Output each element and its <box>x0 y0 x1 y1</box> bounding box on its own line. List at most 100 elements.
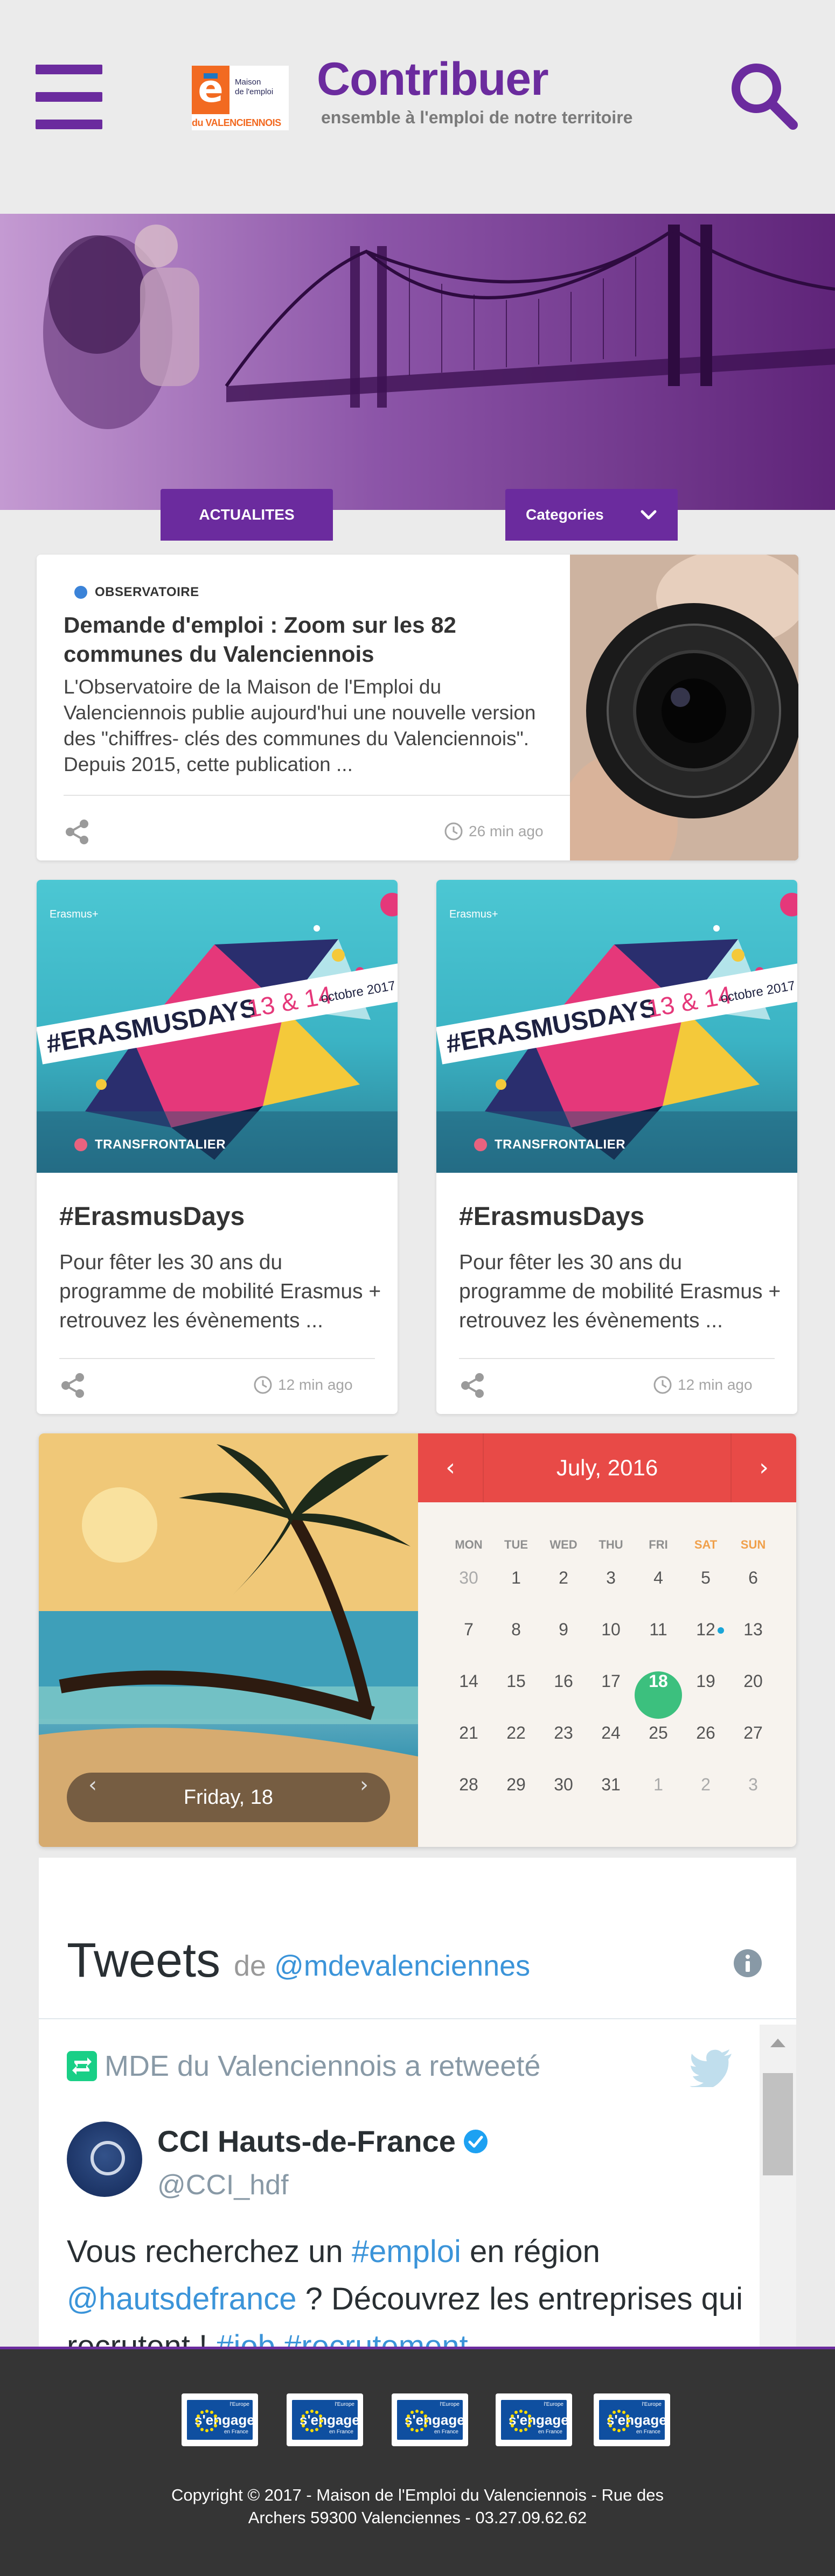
calendar-day[interactable]: 31 <box>587 1775 635 1822</box>
eu-star-icon <box>410 2427 414 2431</box>
europe-engage-badge[interactable]: l'Europe s'engage en France <box>182 2393 258 2446</box>
category-tag[interactable]: OBSERVATOIRE <box>74 585 199 600</box>
calendar-day[interactable]: 8 <box>492 1620 540 1667</box>
article-card[interactable]: Erasmus+ #ERASMUSDAYS 13 & 14 octobre 20… <box>37 880 398 1414</box>
event-indicator <box>718 1627 724 1634</box>
eu-star-icon <box>627 2419 630 2423</box>
eu-star-icon <box>318 2414 322 2418</box>
europe-engage-badge[interactable]: l'Europe s'engage en France <box>496 2393 572 2446</box>
calendar-day[interactable]: 15 <box>492 1671 540 1719</box>
calendar-day[interactable]: 3 <box>587 1568 635 1615</box>
article-image[interactable] <box>559 555 798 860</box>
article-title[interactable]: #ErasmusDays <box>459 1202 644 1231</box>
weekday-label: MON <box>455 1538 483 1551</box>
calendar-day[interactable]: 13 <box>729 1620 777 1667</box>
categories-dropdown[interactable]: Categories <box>505 489 678 541</box>
calendar-day[interactable]: 12 <box>682 1620 729 1667</box>
prev-day-icon[interactable]: ‹ <box>88 1773 97 1797</box>
hashtag-link[interactable]: #job #recrutement <box>216 2329 468 2348</box>
share-icon[interactable] <box>59 1372 86 1399</box>
calendar-day[interactable]: 1 <box>492 1568 540 1615</box>
erasmus-banner[interactable]: Erasmus+ #ERASMUSDAYS 13 & 14 octobre 20… <box>436 880 797 1173</box>
article-title[interactable]: Demande d'emploi : Zoom sur les 82 commu… <box>64 611 565 669</box>
next-month-button[interactable]: › <box>730 1433 796 1502</box>
article-card[interactable]: Erasmus+ #ERASMUSDAYS 13 & 14 octobre 20… <box>436 880 797 1414</box>
calendar-day[interactable]: 2 <box>540 1568 587 1615</box>
calendar-day[interactable]: 14 <box>445 1671 492 1719</box>
calendar-day[interactable]: 6 <box>729 1568 777 1615</box>
retweet-context: MDE du Valenciennois a retweeté <box>67 2049 540 2083</box>
calendar-day[interactable]: 9 <box>540 1620 587 1667</box>
scroll-thumb[interactable] <box>763 2073 793 2175</box>
weekday-label: FRI <box>649 1538 668 1551</box>
menu-icon[interactable] <box>36 65 102 129</box>
calendar-day[interactable]: 26 <box>682 1723 729 1770</box>
tag-label: TRANSFRONTALIER <box>95 1137 226 1152</box>
calendar-day[interactable]: 20 <box>729 1671 777 1719</box>
badge-text: l'Europe <box>544 2402 563 2407</box>
copyright-text: Copyright © 2017 - Maison de l'Emploi du… <box>0 2484 835 2529</box>
calendar-day[interactable]: 10 <box>587 1620 635 1667</box>
next-day-icon[interactable]: › <box>360 1773 368 1797</box>
erasmus-banner[interactable]: Erasmus+ #ERASMUSDAYS 13 & 14 octobre 20… <box>37 880 398 1173</box>
logo-text: Maison de l'emploi <box>235 78 274 96</box>
tab-actualites[interactable]: ACTUALITES <box>161 489 333 541</box>
tweet-author-handle[interactable]: @CCI_hdf <box>157 2169 289 2201</box>
category-tag[interactable]: TRANSFRONTALIER <box>474 1137 625 1152</box>
tweet-author-name[interactable]: CCI Hauts-de-France <box>157 2124 489 2159</box>
weekday-label: TUE <box>504 1538 528 1551</box>
site-logo[interactable]: e Maison de l'emploi du VALENCIENNOIS <box>192 66 289 130</box>
calendar-day[interactable]: 27 <box>729 1723 777 1770</box>
calendar-day[interactable]: 3 <box>729 1775 777 1822</box>
scroll-up-icon[interactable] <box>770 2039 785 2047</box>
calendar-day[interactable]: 16 <box>540 1671 587 1719</box>
calendar-day[interactable]: 25 <box>635 1723 682 1770</box>
calendar-day[interactable]: 2 <box>682 1775 729 1822</box>
europe-engage-badge[interactable]: l'Europe s'engage en France <box>287 2393 363 2446</box>
mention-link[interactable]: @hautsdefrance <box>67 2281 296 2316</box>
twitter-timeline: Tweets de @mdevalenciennes MDE du Valenc… <box>39 1858 796 2348</box>
eu-star-icon <box>608 2419 611 2423</box>
hashtag-link[interactable]: #emploi <box>352 2234 461 2269</box>
calendar-day[interactable]: 24 <box>587 1723 635 1770</box>
timestamp-text: 12 min ago <box>278 1376 353 1393</box>
calendar-day[interactable]: 29 <box>492 1775 540 1822</box>
calendar-day[interactable]: 17 <box>587 1671 635 1719</box>
eu-star-icon <box>210 2427 213 2431</box>
featured-article-card[interactable]: OBSERVATOIRE Demande d'emploi : Zoom sur… <box>37 555 798 860</box>
category-tag[interactable]: TRANSFRONTALIER <box>74 1137 226 1152</box>
search-icon[interactable] <box>728 60 798 130</box>
eu-star-icon <box>529 2419 532 2423</box>
calendar-day[interactable]: 23 <box>540 1723 587 1770</box>
info-icon[interactable] <box>733 1948 763 1978</box>
europe-engage-badge[interactable]: l'Europe s'engage en France <box>594 2393 670 2446</box>
calendar-day[interactable]: 22 <box>492 1723 540 1770</box>
badge-text: en France <box>329 2429 353 2435</box>
calendar-day[interactable]: 30 <box>540 1775 587 1822</box>
article-title[interactable]: #ErasmusDays <box>59 1202 245 1231</box>
calendar-day[interactable]: 30 <box>445 1568 492 1615</box>
badge-text: en France <box>434 2429 458 2435</box>
eu-star-icon <box>527 2424 531 2427</box>
calendar-day[interactable]: 5 <box>682 1568 729 1615</box>
scrollbar[interactable] <box>760 2025 796 2348</box>
calendar-day[interactable]: 28 <box>445 1775 492 1822</box>
tweets-byline: de @mdevalenciennes <box>234 1949 530 1983</box>
avatar[interactable] <box>67 2122 142 2197</box>
share-icon[interactable] <box>459 1372 486 1399</box>
calendar-day[interactable]: 21 <box>445 1723 492 1770</box>
share-icon[interactable] <box>64 818 91 845</box>
calendar-day[interactable]: 18 <box>635 1671 682 1719</box>
calendar-day[interactable]: 7 <box>445 1620 492 1667</box>
twitter-bird-icon[interactable] <box>690 2049 733 2087</box>
calendar-day[interactable]: 1 <box>635 1775 682 1822</box>
calendar-day[interactable]: 11 <box>635 1620 682 1667</box>
eu-star-icon <box>415 2410 419 2413</box>
calendar-day[interactable]: 19 <box>682 1671 729 1719</box>
eu-star-icon <box>213 2414 217 2418</box>
tweets-handle-link[interactable]: @mdevalenciennes <box>274 1950 530 1982</box>
europe-engage-badge[interactable]: l'Europe s'engage en France <box>392 2393 468 2446</box>
badge-text: en France <box>224 2429 248 2435</box>
calendar-day[interactable]: 4 <box>635 1568 682 1615</box>
verified-badge-icon <box>463 2129 488 2153</box>
